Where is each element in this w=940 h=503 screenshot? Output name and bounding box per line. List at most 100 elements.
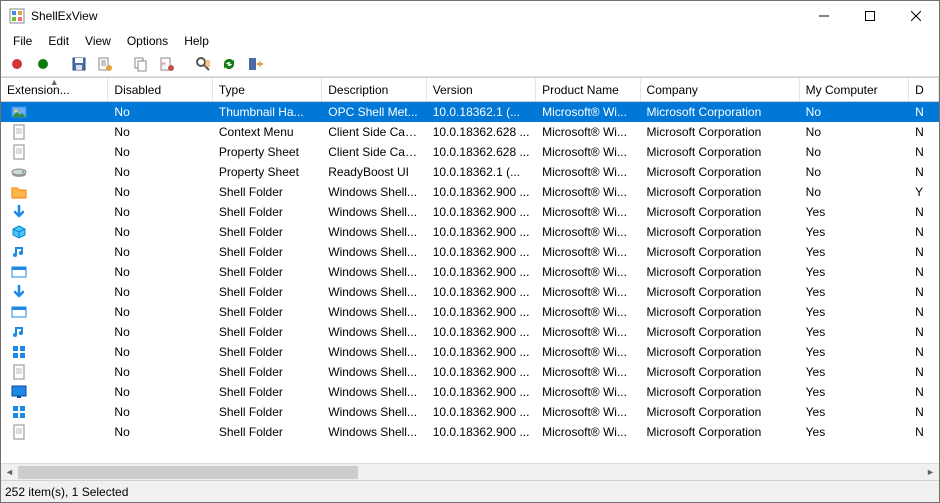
column-header-4[interactable]: Version <box>427 78 536 101</box>
table-row[interactable]: NoProperty SheetClient Side Cac...10.0.1… <box>1 142 939 162</box>
table-row[interactable]: NoShell FolderWindows Shell...10.0.18362… <box>1 362 939 382</box>
cell-comp: Microsoft Corporation <box>641 165 800 179</box>
extension-cell <box>1 224 108 240</box>
table-row[interactable]: NoProperty SheetReadyBoost UI10.0.18362.… <box>1 162 939 182</box>
cell-myc: Yes <box>800 405 909 419</box>
cell-ver: 10.0.18362.900 ... <box>427 265 536 279</box>
menu-view[interactable]: View <box>77 32 119 50</box>
html-report-icon: H <box>159 56 175 72</box>
menu-options[interactable]: Options <box>119 32 176 50</box>
cell-d: N <box>909 225 939 239</box>
toolbar-find-button[interactable] <box>193 54 213 74</box>
cell-desc: Client Side Cac... <box>322 145 426 159</box>
cell-disabled: No <box>108 165 212 179</box>
toolbar-properties-button[interactable] <box>95 54 115 74</box>
cell-comp: Microsoft Corporation <box>641 125 800 139</box>
cell-desc: Windows Shell... <box>322 305 426 319</box>
scroll-left-button[interactable]: ◄ <box>1 464 18 481</box>
table-row[interactable]: NoShell FolderWindows Shell...10.0.18362… <box>1 282 939 302</box>
horizontal-scrollbar[interactable]: ◄ ► <box>1 463 939 480</box>
cell-myc: Yes <box>800 205 909 219</box>
cell-myc: Yes <box>800 365 909 379</box>
cell-ver: 10.0.18362.900 ... <box>427 225 536 239</box>
cell-prod: Microsoft® Wi... <box>536 265 640 279</box>
toolbar-copy-button[interactable] <box>131 54 151 74</box>
toolbar-save-button[interactable] <box>69 54 89 74</box>
menu-help[interactable]: Help <box>176 32 217 50</box>
toolbar-red-dot-button[interactable] <box>7 54 27 74</box>
cell-prod: Microsoft® Wi... <box>536 385 640 399</box>
cell-myc: Yes <box>800 305 909 319</box>
table-row[interactable]: NoContext MenuClient Side Cac...10.0.183… <box>1 122 939 142</box>
cell-disabled: No <box>108 185 212 199</box>
table-row[interactable]: NoThumbnail Ha...OPC Shell Met...10.0.18… <box>1 102 939 122</box>
cell-disabled: No <box>108 285 212 299</box>
column-header-0[interactable]: Extension...▲ <box>1 78 108 101</box>
save-icon <box>71 56 87 72</box>
cell-ver: 10.0.18362.900 ... <box>427 285 536 299</box>
cell-disabled: No <box>108 425 212 439</box>
minimize-button[interactable] <box>801 1 847 31</box>
maximize-button[interactable] <box>847 1 893 31</box>
toolbar-html-report-button[interactable]: H <box>157 54 177 74</box>
status-text: 252 item(s), 1 Selected <box>5 485 128 499</box>
music-icon <box>7 244 27 260</box>
cell-comp: Microsoft Corporation <box>641 105 800 119</box>
app-icon <box>9 8 25 24</box>
cell-ver: 10.0.18362.900 ... <box>427 425 536 439</box>
column-header-6[interactable]: Company <box>641 78 800 101</box>
cell-myc: Yes <box>800 345 909 359</box>
music-icon <box>7 324 27 340</box>
column-headers: Extension...▲DisabledTypeDescriptionVers… <box>1 78 939 102</box>
cell-prod: Microsoft® Wi... <box>536 105 640 119</box>
table-row[interactable]: NoShell FolderWindows Shell...10.0.18362… <box>1 342 939 362</box>
cell-myc: No <box>800 165 909 179</box>
column-header-7[interactable]: My Computer <box>800 78 909 101</box>
list-body[interactable]: NoThumbnail Ha...OPC Shell Met...10.0.18… <box>1 102 939 463</box>
toolbar-green-dot-button[interactable] <box>33 54 53 74</box>
close-button[interactable] <box>893 1 939 31</box>
cell-desc: Windows Shell... <box>322 325 426 339</box>
scroll-track[interactable] <box>18 464 922 481</box>
cell-type: Shell Folder <box>213 365 322 379</box>
toolbar-exit-button[interactable] <box>245 54 265 74</box>
monitor-icon <box>7 384 27 400</box>
cell-prod: Microsoft® Wi... <box>536 145 640 159</box>
cell-myc: No <box>800 185 909 199</box>
column-header-1[interactable]: Disabled <box>108 78 212 101</box>
column-header-5[interactable]: Product Name <box>536 78 640 101</box>
menu-edit[interactable]: Edit <box>40 32 77 50</box>
column-header-8[interactable]: D <box>909 78 939 101</box>
table-row[interactable]: NoShell FolderWindows Shell...10.0.18362… <box>1 302 939 322</box>
exit-icon <box>247 56 263 72</box>
cell-type: Shell Folder <box>213 205 322 219</box>
table-row[interactable]: NoShell FolderWindows Shell...10.0.18362… <box>1 222 939 242</box>
column-header-2[interactable]: Type <box>213 78 322 101</box>
table-row[interactable]: NoShell FolderWindows Shell...10.0.18362… <box>1 262 939 282</box>
cell-desc: Windows Shell... <box>322 365 426 379</box>
cell-ver: 10.0.18362.900 ... <box>427 205 536 219</box>
table-row[interactable]: NoShell FolderWindows Shell...10.0.18362… <box>1 242 939 262</box>
table-row[interactable]: NoShell FolderWindows Shell...10.0.18362… <box>1 202 939 222</box>
table-row[interactable]: NoShell FolderWindows Shell...10.0.18362… <box>1 402 939 422</box>
scroll-thumb[interactable] <box>18 466 358 479</box>
table-row[interactable]: NoShell FolderWindows Shell...10.0.18362… <box>1 322 939 342</box>
menu-file[interactable]: File <box>5 32 40 50</box>
scroll-right-button[interactable]: ► <box>922 464 939 481</box>
status-bar: 252 item(s), 1 Selected <box>1 480 939 502</box>
green-dot-icon <box>35 56 51 72</box>
menu-bar: FileEditViewOptionsHelp <box>1 31 939 51</box>
page-icon <box>7 364 27 380</box>
column-header-3[interactable]: Description <box>322 78 426 101</box>
image-icon <box>7 104 27 120</box>
table-row[interactable]: NoShell FolderWindows Shell...10.0.18362… <box>1 382 939 402</box>
table-row[interactable]: NoShell FolderWindows Shell...10.0.18362… <box>1 182 939 202</box>
cell-disabled: No <box>108 105 212 119</box>
cell-prod: Microsoft® Wi... <box>536 225 640 239</box>
toolbar-refresh-button[interactable] <box>219 54 239 74</box>
cell-comp: Microsoft Corporation <box>641 365 800 379</box>
table-row[interactable]: NoShell FolderWindows Shell...10.0.18362… <box>1 422 939 442</box>
cell-myc: Yes <box>800 325 909 339</box>
cell-disabled: No <box>108 205 212 219</box>
cell-myc: Yes <box>800 285 909 299</box>
